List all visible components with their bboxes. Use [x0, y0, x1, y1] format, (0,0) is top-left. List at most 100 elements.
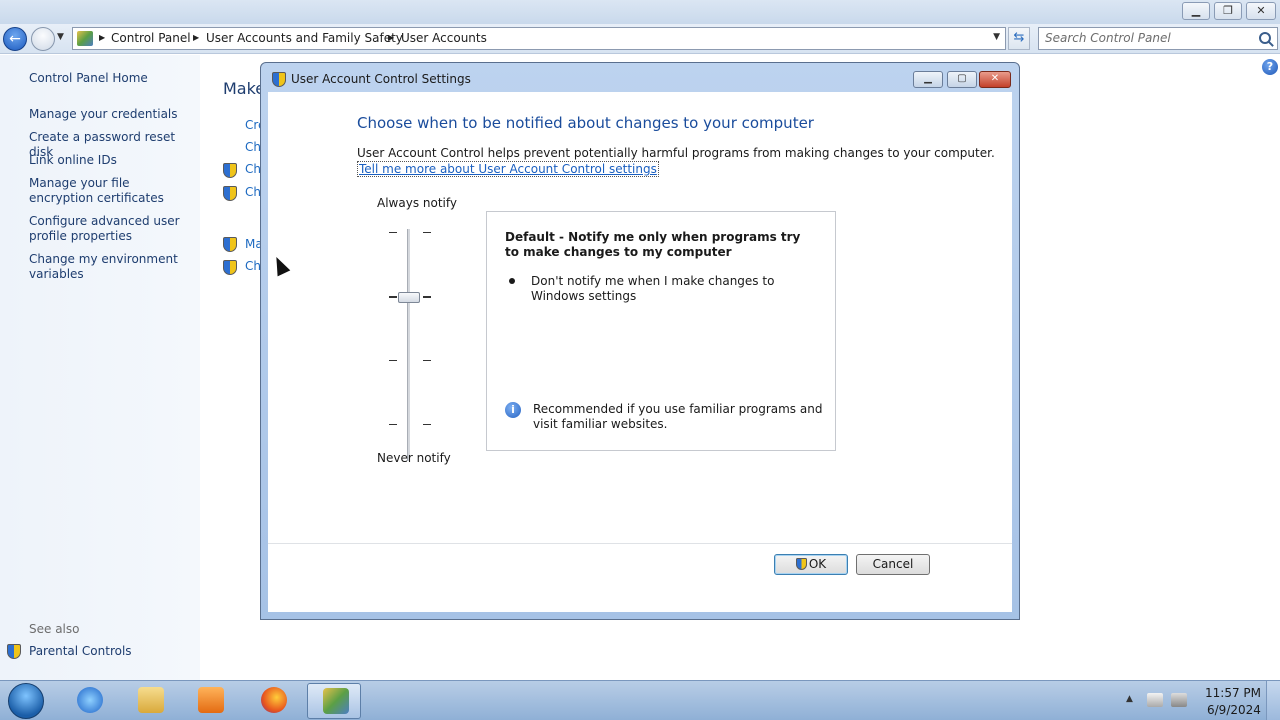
- info-icon: i: [505, 402, 521, 418]
- search-input[interactable]: [1045, 31, 1245, 45]
- ok-button[interactable]: OK: [774, 554, 848, 575]
- slider-tick: [389, 232, 397, 233]
- uac-shield-icon: [223, 186, 237, 201]
- breadcrumb-user-accounts-family-safety[interactable]: User Accounts and Family Safety: [206, 31, 403, 45]
- show-desktop-button[interactable]: [1266, 681, 1280, 720]
- taskbar-firefox[interactable]: [246, 683, 300, 719]
- minimize-icon: ▁: [924, 73, 932, 84]
- media-player-icon: [198, 687, 224, 713]
- taskbar-windows-explorer[interactable]: [123, 683, 177, 719]
- history-dropdown-icon[interactable]: ▼: [57, 32, 64, 42]
- slider-top-label: Always notify: [377, 196, 457, 210]
- control-panel-icon: [77, 31, 93, 46]
- setting-description-box: Default - Notify me only when programs t…: [486, 211, 836, 451]
- help-icon[interactable]: ?: [1262, 59, 1278, 75]
- breadcrumb-user-accounts[interactable]: User Accounts: [401, 31, 487, 45]
- window-titlebar: ▁ ❐ ✕: [0, 0, 1280, 24]
- action-center-icon[interactable]: [1147, 693, 1163, 707]
- setting-bullet: Don't notify me when I make changes to W…: [531, 274, 775, 303]
- minimize-icon: ▁: [1191, 4, 1201, 17]
- folder-icon: [138, 687, 164, 713]
- sidebar-control-panel-home[interactable]: Control Panel Home: [29, 71, 194, 86]
- back-button[interactable]: ←: [3, 27, 27, 51]
- main-link-change-shield[interactable]: Ch: [245, 162, 261, 176]
- dialog-body: Choose when to be notified about changes…: [268, 92, 1012, 612]
- dialog-maximize-button[interactable]: ▢: [947, 71, 977, 88]
- slider-tick: [389, 424, 397, 425]
- sidebar-parental-controls[interactable]: Parental Controls: [29, 644, 132, 658]
- close-button[interactable]: ✕: [1246, 2, 1276, 20]
- search-icon[interactable]: [1259, 32, 1271, 44]
- breadcrumb-separator-icon[interactable]: ▶: [388, 33, 394, 42]
- volume-muted-icon[interactable]: [1171, 693, 1187, 707]
- uac-settings-dialog: User Account Control Settings ▁ ▢ ✕ Choo…: [260, 62, 1020, 620]
- slider-thumb[interactable]: [398, 292, 420, 303]
- dialog-description: User Account Control helps prevent poten…: [357, 146, 995, 160]
- dialog-separator: [268, 543, 1012, 544]
- see-also-heading: See also: [29, 622, 80, 636]
- main-heading: Make: [223, 79, 266, 98]
- close-icon: ✕: [990, 73, 1000, 84]
- slider-tick: [423, 296, 431, 298]
- taskbar: ▲ 11:57 PM 6/9/2024: [0, 680, 1280, 720]
- minimize-button[interactable]: ▁: [1182, 2, 1210, 20]
- breadcrumb-control-panel[interactable]: Control Panel: [111, 31, 191, 45]
- slider-tick: [389, 360, 397, 361]
- internet-explorer-icon: [77, 687, 103, 713]
- main-link-change-shield[interactable]: Ch: [245, 259, 261, 273]
- ok-label: OK: [808, 557, 827, 571]
- breadcrumb-separator-icon[interactable]: ▶: [99, 33, 105, 42]
- dialog-minimize-button[interactable]: ▁: [913, 71, 943, 88]
- main-link-change-shield[interactable]: Ch: [245, 185, 261, 199]
- uac-shield-icon: [272, 72, 286, 87]
- slider-tick: [423, 232, 431, 233]
- slider-bottom-label: Never notify: [377, 451, 451, 465]
- firefox-icon: [261, 687, 287, 713]
- maximize-icon: ▢: [957, 73, 967, 84]
- refresh-icon: ⇆: [1013, 30, 1025, 45]
- close-icon: ✕: [1256, 4, 1266, 17]
- setting-title: Default - Notify me only when programs t…: [505, 230, 801, 259]
- taskbar-internet-explorer[interactable]: [62, 683, 116, 719]
- restore-icon: ❐: [1223, 4, 1233, 17]
- refresh-button[interactable]: ⇆: [1008, 27, 1030, 50]
- cancel-button[interactable]: Cancel: [856, 554, 930, 575]
- sidebar-environment-variables[interactable]: Change my environment variables: [29, 252, 194, 282]
- maximize-button[interactable]: ❐: [1214, 2, 1242, 20]
- uac-shield-icon: [223, 163, 237, 178]
- dialog-heading: Choose when to be notified about changes…: [357, 114, 814, 132]
- slider-tick: [423, 424, 431, 425]
- taskbar-media-player[interactable]: [183, 683, 237, 719]
- dialog-close-button[interactable]: ✕: [979, 71, 1011, 88]
- uac-shield-icon: [223, 237, 237, 252]
- uac-shield-icon: [223, 260, 237, 275]
- clock-time[interactable]: 11:57 PM: [1205, 686, 1261, 700]
- address-bar[interactable]: ▶ Control Panel ▶ User Accounts and Fami…: [72, 27, 1006, 50]
- notification-level-slider[interactable]: [407, 229, 410, 461]
- sidebar-manage-credentials[interactable]: Manage your credentials: [29, 107, 194, 122]
- control-panel-icon: [323, 688, 349, 714]
- navigation-bar: ← ▼ ▶ Control Panel ▶ User Accounts and …: [0, 24, 1280, 54]
- sidebar-advanced-profile-properties[interactable]: Configure advanced user profile properti…: [29, 214, 194, 244]
- main-link-change[interactable]: Ch: [245, 140, 261, 154]
- setting-recommendation: Recommended if you use familiar programs…: [533, 402, 823, 431]
- address-dropdown-icon[interactable]: ▼: [993, 32, 1000, 42]
- forward-button[interactable]: [31, 27, 55, 51]
- dialog-title: User Account Control Settings: [291, 72, 471, 86]
- search-box[interactable]: [1038, 27, 1278, 50]
- bullet-icon: [509, 278, 515, 284]
- breadcrumb-separator-icon[interactable]: ▶: [193, 33, 199, 42]
- uac-shield-icon: [7, 644, 21, 659]
- slider-tick: [423, 360, 431, 361]
- sidebar-link-online-ids[interactable]: Link online IDs: [29, 153, 194, 168]
- clock-date[interactable]: 6/9/2024: [1207, 703, 1261, 717]
- learn-more-link[interactable]: Tell me more about User Account Control …: [357, 161, 659, 177]
- show-hidden-icons[interactable]: ▲: [1126, 694, 1133, 704]
- uac-shield-icon: [795, 558, 807, 570]
- slider-tick: [389, 296, 397, 298]
- start-button[interactable]: [8, 683, 44, 719]
- back-arrow-icon: ←: [9, 31, 21, 47]
- sidebar: Control Panel Home Manage your credentia…: [0, 55, 200, 680]
- sidebar-file-encryption-certificates[interactable]: Manage your file encryption certificates: [29, 176, 194, 206]
- taskbar-control-panel[interactable]: [307, 683, 361, 719]
